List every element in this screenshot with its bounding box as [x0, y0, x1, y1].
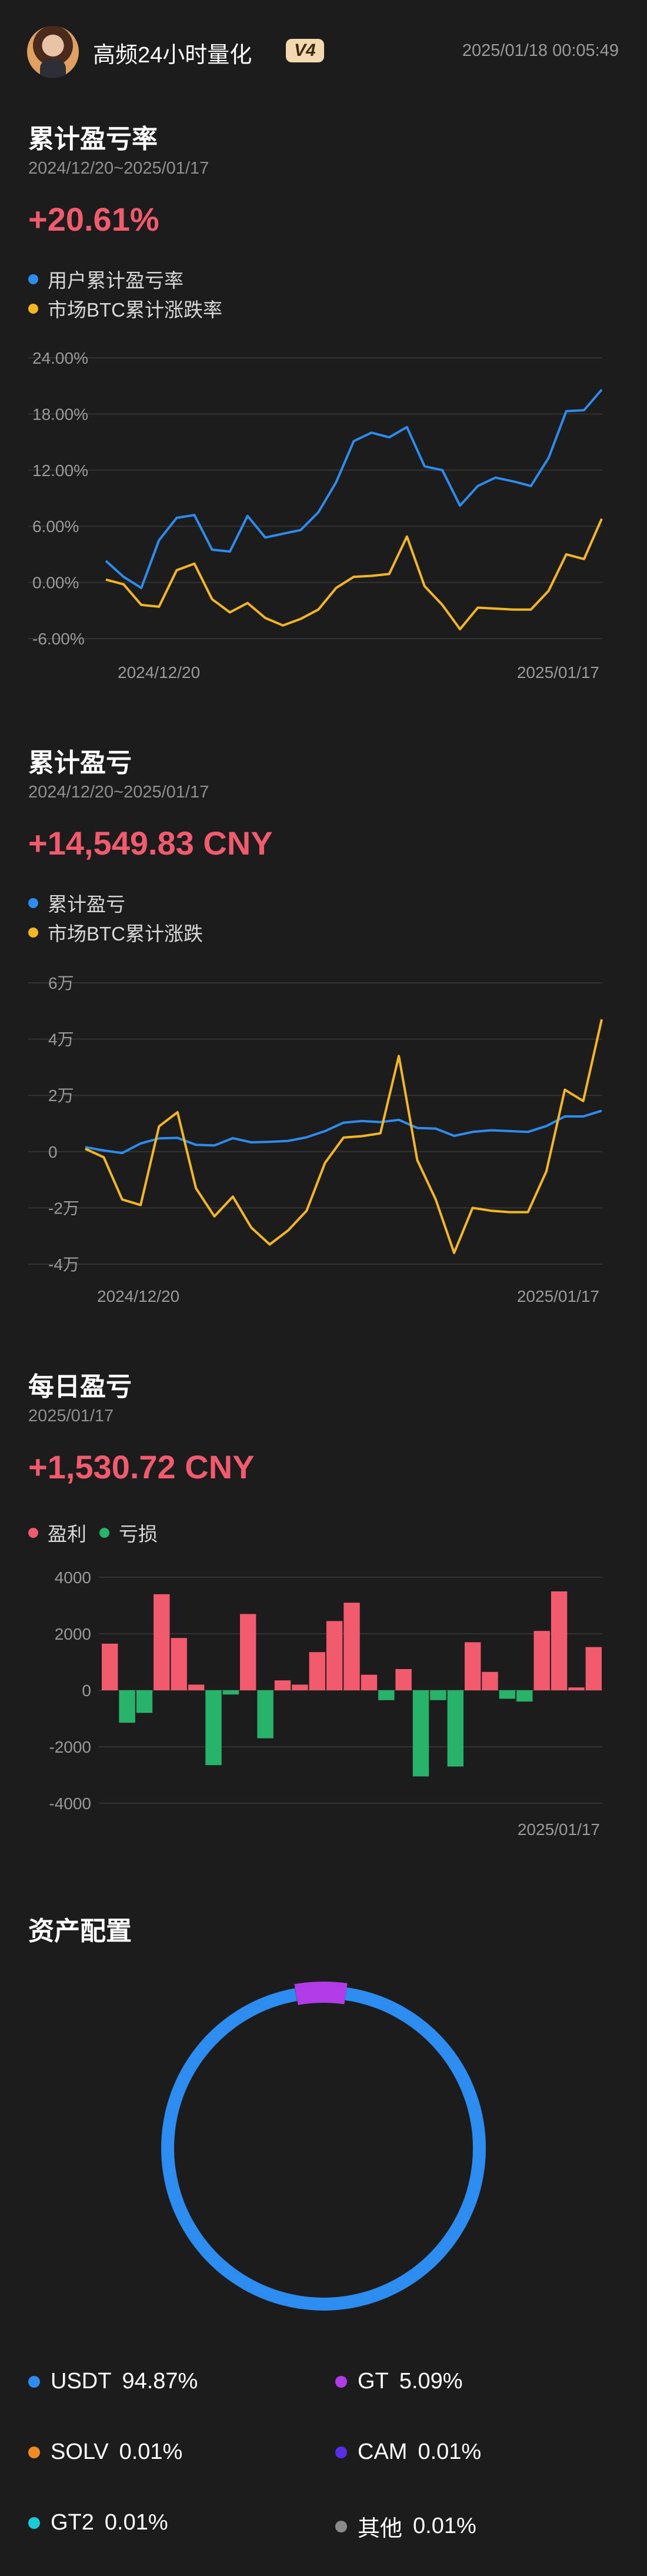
alloc-item-gt2[interactable]: GT2 0.01% — [28, 2510, 168, 2535]
donut-slice-usdt — [161, 1987, 486, 2311]
alloc-item-usdt[interactable]: USDT 94.87% — [28, 2369, 198, 2394]
alloc-item-solv[interactable]: SOLV 0.01% — [28, 2439, 182, 2465]
alloc-dot — [28, 2517, 40, 2529]
alloc-dot — [28, 2446, 40, 2458]
alloc-pct: 0.01% — [104, 2510, 168, 2535]
alloc-pct: 5.09% — [399, 2369, 463, 2394]
alloc-name: GT — [358, 2369, 389, 2394]
alloc-name: USDT — [51, 2369, 112, 2394]
alloc-name: GT2 — [51, 2510, 94, 2535]
alloc-donut-chart[interactable] — [0, 0, 647, 2354]
alloc-pct: 0.01% — [119, 2439, 183, 2464]
alloc-item-other[interactable]: 其他 0.01% — [335, 2510, 476, 2542]
alloc-name: 其他 — [358, 2517, 403, 2541]
alloc-dot — [335, 2375, 347, 2388]
alloc-item-gt[interactable]: GT 5.09% — [335, 2369, 463, 2394]
alloc-name: CAM — [358, 2439, 408, 2464]
alloc-pct: 94.87% — [122, 2369, 198, 2394]
alloc-dot — [335, 2446, 347, 2458]
alloc-pct: 0.01% — [418, 2439, 482, 2464]
alloc-dot — [28, 2375, 40, 2388]
alloc-pct: 0.01% — [413, 2514, 476, 2538]
alloc-item-cam[interactable]: CAM 0.01% — [335, 2439, 481, 2465]
alloc-name: SOLV — [51, 2439, 109, 2464]
donut-slice-gt — [294, 1982, 348, 2005]
alloc-dot — [335, 2520, 347, 2532]
